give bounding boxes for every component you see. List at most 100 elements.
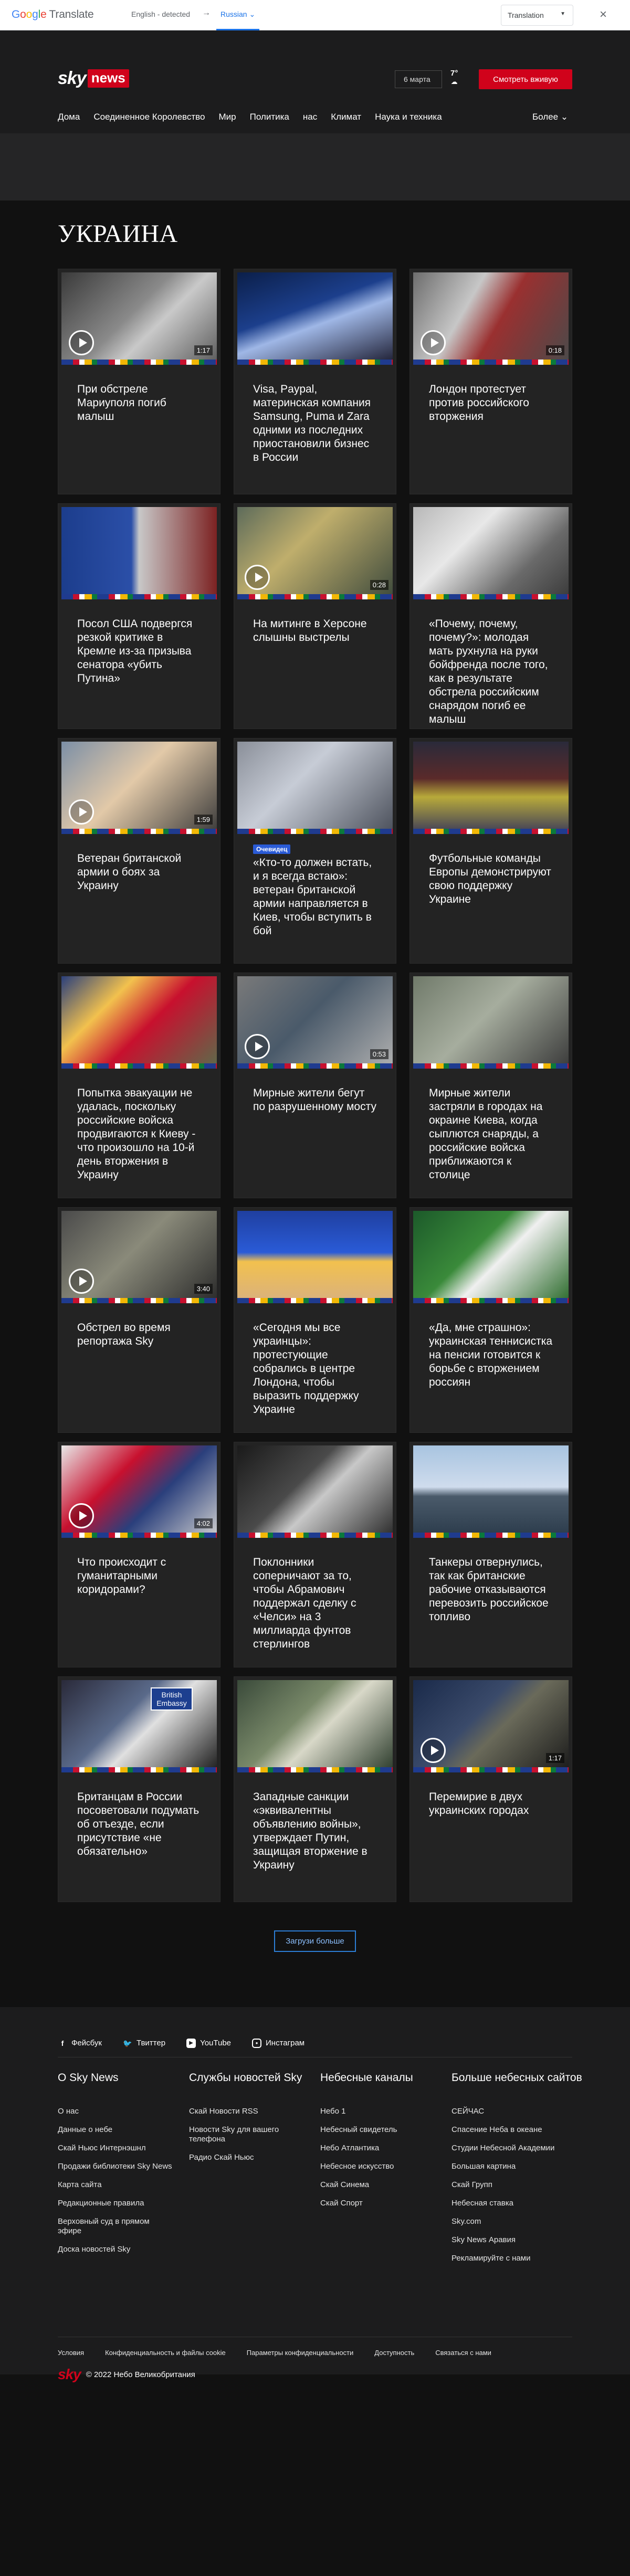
story-thumbnail[interactable] (61, 507, 217, 599)
story-thumbnail[interactable] (413, 1211, 569, 1303)
story-headline[interactable]: «Почему, почему, почему?»: молодая мать … (413, 599, 569, 726)
story-card[interactable]: Танкеры отвернулись, так как британские … (410, 1442, 572, 1667)
story-headline[interactable]: Мирные жители бегут по разрушенному мост… (237, 1069, 393, 1114)
play-icon[interactable] (69, 330, 94, 355)
social-link[interactable]: ● Инстаграм (252, 2029, 304, 2057)
story-headline[interactable]: Мирные жители застряли в городах на окра… (413, 1069, 569, 1182)
story-thumbnail[interactable]: 4:02 (61, 1445, 217, 1538)
legal-link[interactable]: Параметры конфиденциальности (247, 2349, 354, 2357)
translation-mode-select[interactable]: Translation ▼ (501, 5, 573, 26)
footer-link[interactable]: О нас (58, 2107, 189, 2116)
story-card[interactable]: «Сегодня мы все украинцы»: протестующие … (234, 1207, 396, 1433)
footer-link[interactable]: Данные о небе (58, 2125, 189, 2135)
social-link[interactable]: f Фейсбук (58, 2029, 102, 2057)
story-card[interactable]: 1:59 Ветеран британской армии о боях за У… (58, 738, 220, 964)
target-language-tab[interactable]: Russian ⌄ (220, 10, 255, 19)
story-headline[interactable]: Перемирие в двух украинских городах (413, 1772, 569, 1818)
footer-link[interactable]: Рекламируйте с нами (452, 2254, 583, 2263)
legal-link[interactable]: Связаться с нами (435, 2349, 491, 2357)
footer-link[interactable]: Скай Новости RSS (189, 2107, 320, 2116)
story-headline[interactable]: «Сегодня мы все украинцы»: протестующие … (237, 1303, 393, 1417)
story-thumbnail[interactable] (61, 976, 217, 1069)
story-card[interactable]: 0:28 На митинге в Херсоне слышны выстрелы (234, 503, 396, 729)
story-headline[interactable]: Танкеры отвернулись, так как британские … (413, 1538, 569, 1624)
story-headline[interactable]: Поклонники соперничают за то, чтобы Абра… (237, 1538, 393, 1651)
story-thumbnail[interactable] (237, 1211, 393, 1303)
close-icon[interactable]: × (600, 7, 607, 22)
story-thumbnail[interactable]: British Embassy (61, 1680, 217, 1772)
story-card[interactable]: «Почему, почему, почему?»: молодая мать … (410, 503, 572, 729)
play-icon[interactable] (245, 565, 270, 590)
footer-link[interactable]: Небесный свидетель (320, 2125, 452, 2135)
story-card[interactable]: «Да, мне страшно»: украинская теннисистк… (410, 1207, 572, 1433)
nav-item-science-tech[interactable]: Наука и техника (375, 112, 442, 122)
source-language-tab[interactable]: English - detected (131, 10, 190, 18)
story-card[interactable]: Очевидец «Кто-то должен встать, и я всегд… (234, 738, 396, 964)
nav-item-uk[interactable]: Соединенное Королевство (93, 112, 205, 122)
story-headline[interactable]: Visa, Paypal, материнская компания Samsu… (237, 365, 393, 464)
footer-link[interactable]: Небесное искусство (320, 2162, 452, 2171)
story-headline[interactable]: Обстрел во время репортажа Sky (61, 1303, 217, 1348)
story-card[interactable]: Футбольные команды Европы демонстрируют … (410, 738, 572, 964)
play-icon[interactable] (69, 799, 94, 825)
story-thumbnail[interactable]: 3:40 (61, 1211, 217, 1303)
footer-link[interactable]: Небесная ставка (452, 2199, 583, 2208)
footer-link[interactable]: Скай Групп (452, 2180, 583, 2190)
nav-item-politics[interactable]: Политика (250, 112, 289, 122)
story-card[interactable]: 0:18 Лондон протестует против российского… (410, 269, 572, 494)
story-thumbnail[interactable]: 1:17 (413, 1680, 569, 1772)
google-translate-logo[interactable]: Google Translate (12, 8, 94, 21)
footer-link[interactable]: Скай Синема (320, 2180, 452, 2190)
footer-link[interactable]: Верховный суд в прямом эфире (58, 2217, 189, 2236)
footer-link[interactable]: СЕЙЧАС (452, 2107, 583, 2116)
story-headline[interactable]: «Да, мне страшно»: украинская теннисистк… (413, 1303, 569, 1389)
play-icon[interactable] (69, 1269, 94, 1294)
social-link[interactable]: 🐦 Твиттер (123, 2029, 165, 2057)
footer-sky-logo[interactable]: sky (58, 2366, 81, 2383)
story-headline[interactable]: Посол США подвергся резкой критике в Кре… (61, 599, 217, 685)
story-headline[interactable]: Ветеран британской армии о боях за Украи… (61, 834, 217, 893)
story-card[interactable]: 4:02 Что происходит с гуманитарными корид… (58, 1442, 220, 1667)
story-thumbnail[interactable]: 0:18 (413, 272, 569, 365)
story-card[interactable]: 1:17 Перемирие в двух украинских городах (410, 1676, 572, 1902)
nav-more[interactable]: Более ⌄ (532, 112, 568, 122)
nav-item-world[interactable]: Мир (218, 112, 236, 122)
footer-link[interactable]: Sky News Аравия (452, 2235, 583, 2245)
story-card[interactable]: British Embassy Британцам в России посове… (58, 1676, 220, 1902)
footer-link[interactable]: Небо Атлантика (320, 2144, 452, 2153)
sky-news-logo[interactable]: sky news (58, 68, 129, 89)
nav-item-home[interactable]: Дома (58, 112, 80, 122)
story-card[interactable]: Посол США подвергся резкой критике в Кре… (58, 503, 220, 729)
footer-link[interactable]: Спасение Неба в океане (452, 2125, 583, 2135)
story-card[interactable]: Поклонники соперничают за то, чтобы Абра… (234, 1442, 396, 1667)
legal-link[interactable]: Доступность (374, 2349, 414, 2357)
story-card[interactable]: 0:53 Мирные жители бегут по разрушенному … (234, 973, 396, 1198)
weather-widget[interactable]: 7° ☁ (450, 69, 458, 86)
footer-link[interactable]: Скай Ньюс Интернэшнл (58, 2144, 189, 2153)
story-thumbnail[interactable]: 1:17 (61, 272, 217, 365)
story-headline[interactable]: На митинге в Херсоне слышны выстрелы (237, 599, 393, 645)
play-icon[interactable] (421, 330, 446, 355)
story-headline[interactable]: Что происходит с гуманитарными коридорам… (61, 1538, 217, 1597)
story-thumbnail[interactable]: 1:59 (61, 742, 217, 834)
nav-item-climate[interactable]: Климат (331, 112, 361, 122)
story-thumbnail[interactable] (237, 1680, 393, 1772)
story-headline[interactable]: Футбольные команды Европы демонстрируют … (413, 834, 569, 906)
footer-link[interactable]: Sky.com (452, 2217, 583, 2226)
story-card[interactable]: 1:17 При обстреле Мариуполя погиб малыш (58, 269, 220, 494)
footer-link[interactable]: Карта сайта (58, 2180, 189, 2190)
story-thumbnail[interactable] (237, 272, 393, 365)
watch-live-button[interactable]: Смотреть вживую (479, 69, 572, 89)
story-headline[interactable]: Британцам в России посоветовали подумать… (61, 1772, 217, 1859)
story-card[interactable]: Мирные жители застряли в городах на окра… (410, 973, 572, 1198)
story-thumbnail[interactable] (413, 742, 569, 834)
story-headline[interactable]: Попытка эвакуации не удалась, поскольку … (61, 1069, 217, 1182)
nav-item-us[interactable]: нас (303, 112, 317, 122)
story-thumbnail[interactable] (237, 742, 393, 834)
story-headline[interactable]: Лондон протестует против российского вто… (413, 365, 569, 424)
story-headline[interactable]: Западные санкции «эквивалентны объявлени… (237, 1772, 393, 1872)
load-more-button[interactable]: Загрузи больше (274, 1930, 356, 1952)
footer-link[interactable]: Большая картина (452, 2162, 583, 2171)
story-card[interactable]: Западные санкции «эквивалентны объявлени… (234, 1676, 396, 1902)
legal-link[interactable]: Конфиденциальность и файлы cookie (105, 2349, 226, 2357)
